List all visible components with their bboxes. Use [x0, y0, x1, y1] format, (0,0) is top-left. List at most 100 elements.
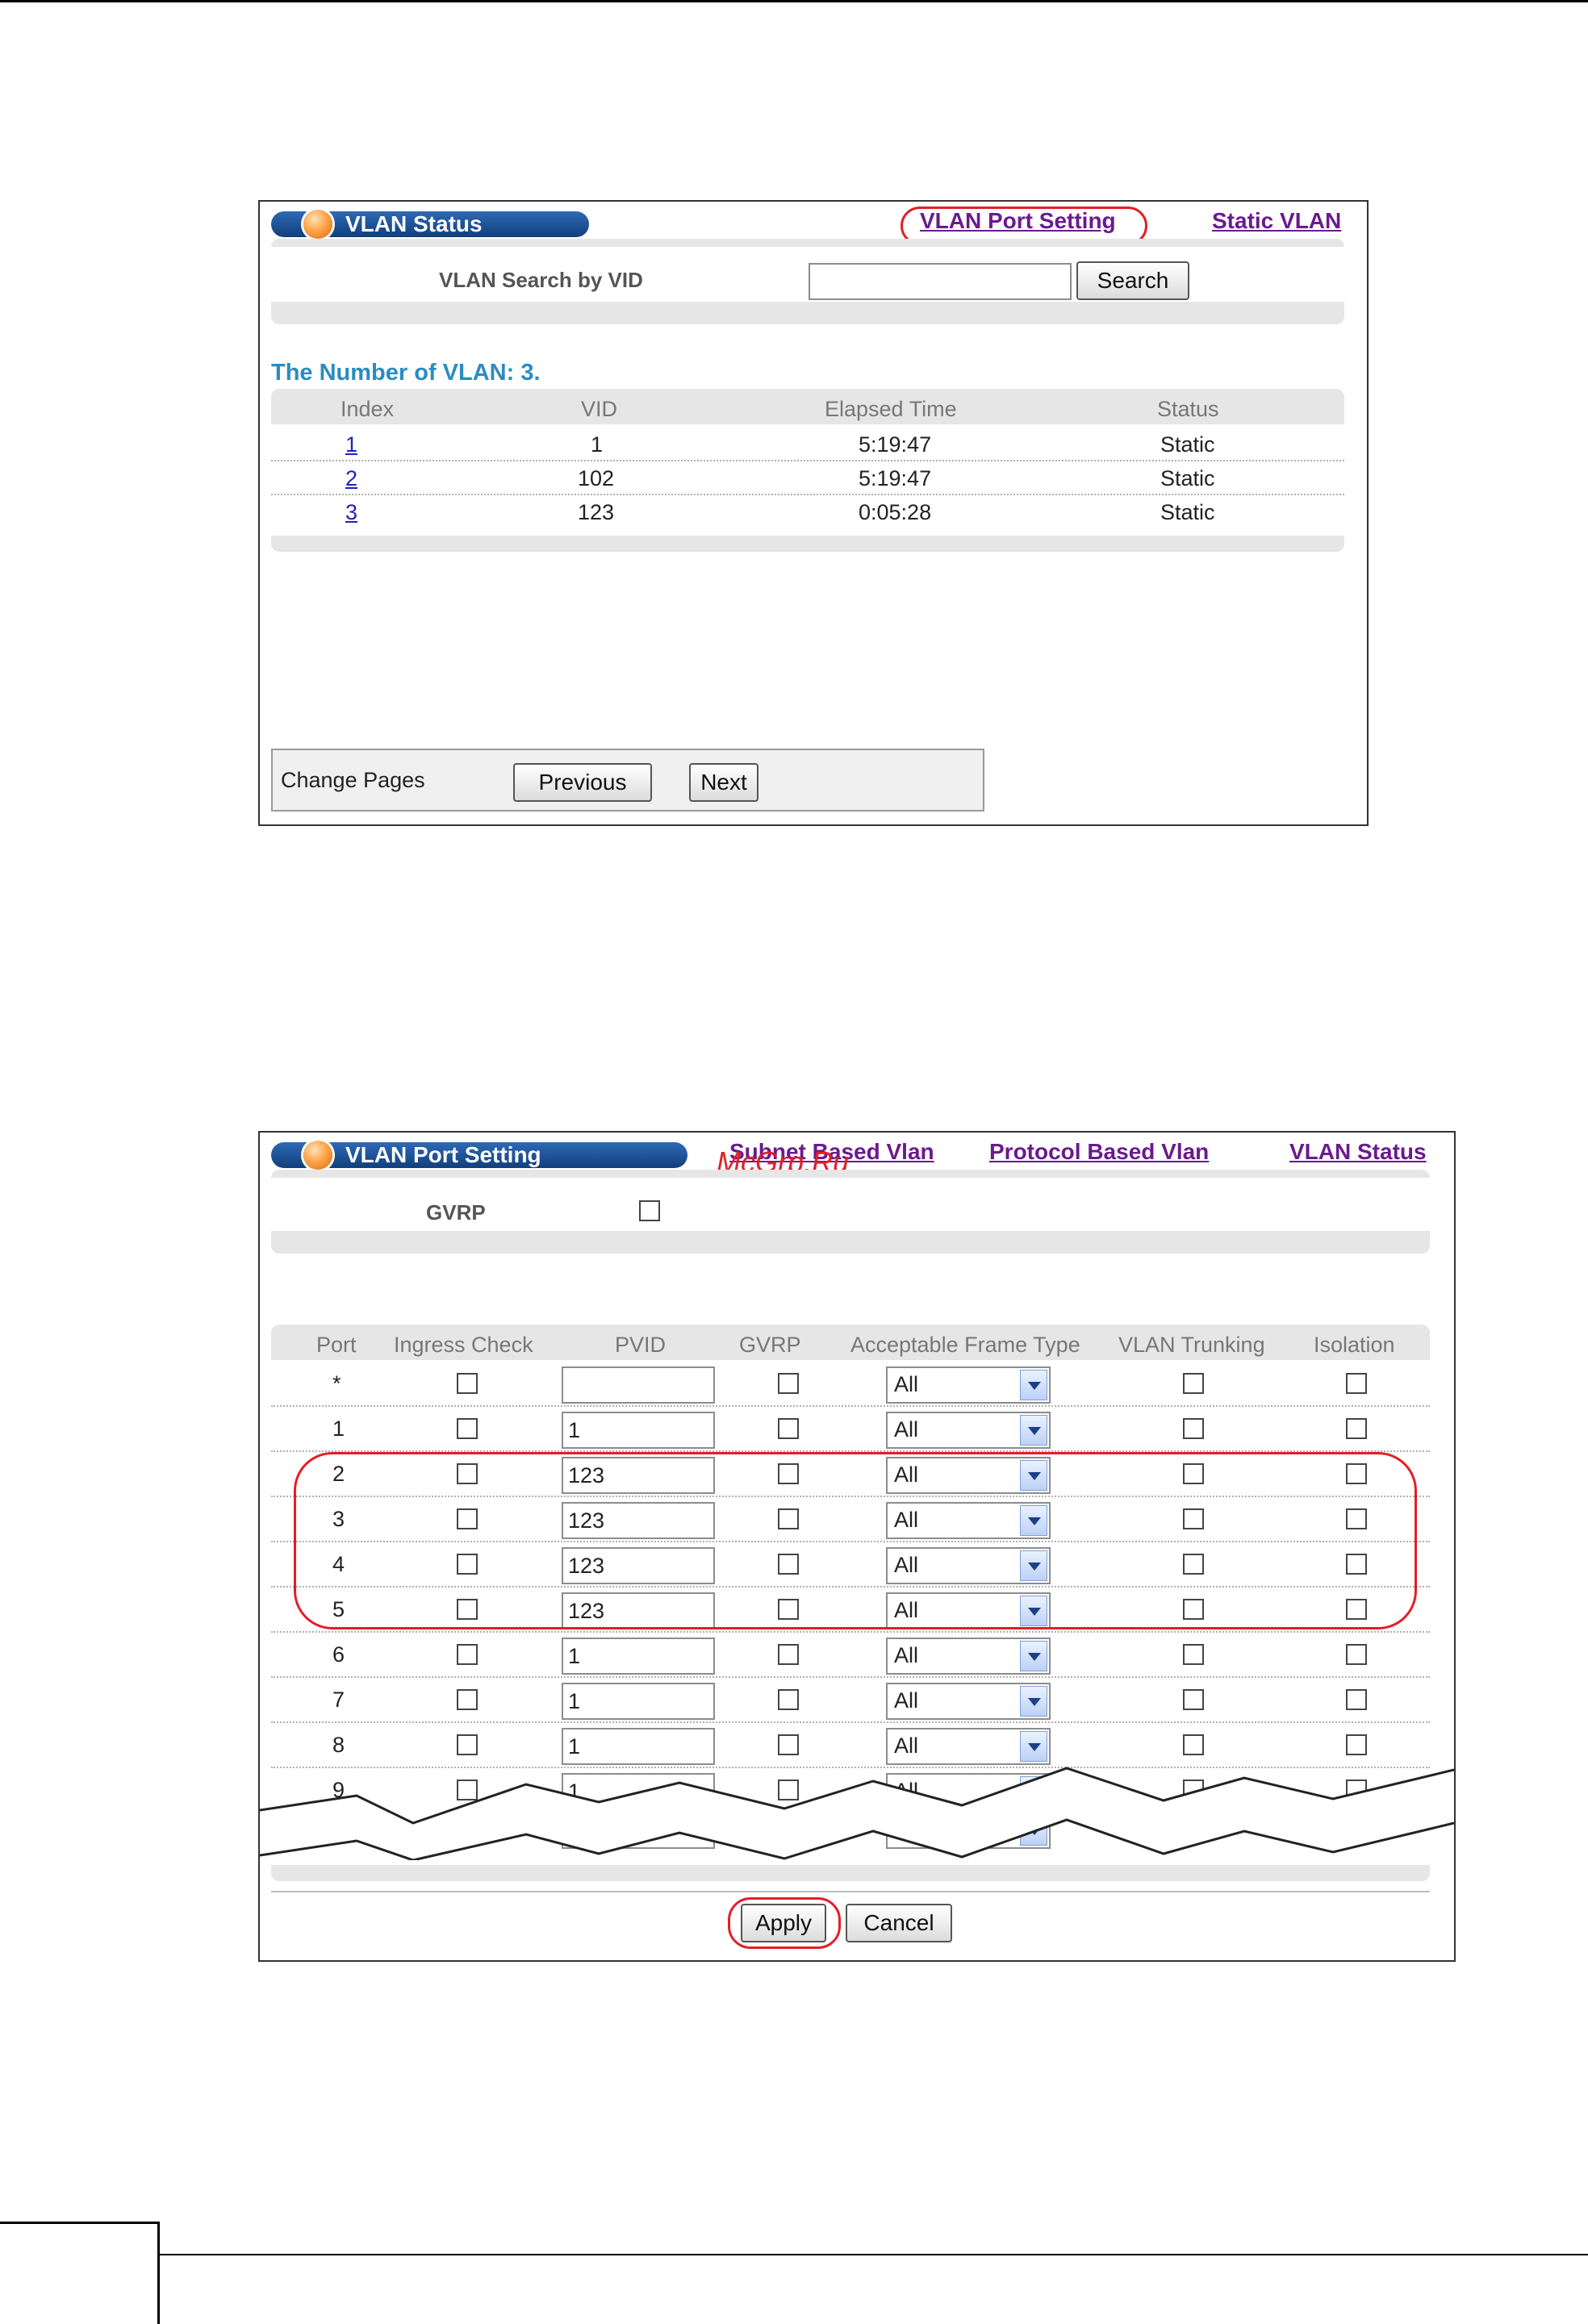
frame-type-select[interactable]: All — [886, 1638, 1051, 1675]
footer-page-tab — [0, 2222, 160, 2324]
chevron-down-icon[interactable] — [1020, 1641, 1047, 1671]
row-divider — [271, 494, 1344, 495]
page-break-tear — [260, 1767, 1454, 1860]
vlan-count: The Number of VLAN: 3. — [271, 360, 541, 386]
vid-search-input[interactable] — [809, 263, 1072, 300]
chevron-down-icon[interactable] — [1020, 1686, 1047, 1717]
gvrp-checkbox[interactable] — [778, 1734, 799, 1755]
previous-button[interactable]: Previous — [513, 763, 652, 802]
chevron-down-icon[interactable] — [1020, 1370, 1047, 1400]
isolation-checkbox[interactable] — [1346, 1734, 1367, 1755]
ingress-check-checkbox[interactable] — [457, 1689, 478, 1710]
pvid-input[interactable]: 1 — [562, 1412, 715, 1449]
vlan-index-link[interactable]: 2 — [345, 466, 357, 491]
pvid-input[interactable] — [562, 1366, 715, 1404]
isolation-checkbox[interactable] — [1346, 1689, 1367, 1710]
port-setting-title: VLAN Port Setting — [345, 1142, 541, 1167]
vlan-trunking-checkbox[interactable] — [1183, 1373, 1204, 1394]
pvid-input[interactable]: 1 — [562, 1638, 715, 1675]
port-number: 1 — [332, 1417, 345, 1441]
vlan-trunking-checkbox[interactable] — [1183, 1644, 1204, 1665]
col-header-vlan-trunking: VLAN Trunking — [1118, 1333, 1265, 1357]
vlan-status-panel: VLAN Status VLAN Port Setting Static VLA… — [258, 200, 1369, 826]
ingress-check-checkbox[interactable] — [457, 1373, 478, 1394]
col-header-pvid: PVID — [615, 1333, 667, 1357]
ingress-check-checkbox[interactable] — [457, 1734, 478, 1755]
port-setting-title-bar: VLAN Port Setting — [271, 1141, 687, 1170]
search-button[interactable]: Search — [1076, 261, 1189, 300]
vlan-status-title: VLAN Status — [345, 211, 483, 236]
search-label: VLAN Search by VID — [439, 268, 643, 292]
next-button[interactable]: Next — [689, 763, 758, 802]
pvid-value: 1 — [568, 1418, 581, 1442]
port-number: 8 — [332, 1733, 345, 1757]
static-vlan-link[interactable]: Static VLAN — [1212, 208, 1341, 234]
orb-icon — [303, 1141, 332, 1170]
gvrp-global-checkbox[interactable] — [639, 1200, 660, 1221]
chevron-down-icon[interactable] — [1020, 1415, 1047, 1446]
frame-type-select[interactable]: All — [886, 1366, 1051, 1404]
port-number: 7 — [332, 1688, 345, 1712]
frame-type-select[interactable]: All — [886, 1683, 1051, 1720]
pvid-value: 1 — [568, 1644, 581, 1668]
col-header-port: Port — [316, 1333, 357, 1357]
vlan-elapsed-time: 5:19:47 — [859, 432, 932, 457]
ingress-check-checkbox[interactable] — [457, 1644, 478, 1665]
gvrp-checkbox[interactable] — [778, 1373, 799, 1394]
frame-type-select[interactable]: All — [886, 1728, 1051, 1765]
vlan-port-setting-panel: VLAN Port Setting Subnet Based Vlan Prot… — [258, 1131, 1456, 1962]
vlan-status-value: Static — [1160, 500, 1215, 524]
page-top-rule — [0, 0, 1588, 2]
vlan-index-link[interactable]: 3 — [345, 500, 357, 525]
pvid-input[interactable]: 1 — [562, 1728, 715, 1765]
col-header-index: Index — [341, 397, 395, 421]
vlan-vid: 102 — [578, 466, 615, 490]
vlan-status-value: Static — [1160, 466, 1215, 490]
pvid-value: 1 — [568, 1689, 581, 1713]
vlan-trunking-checkbox[interactable] — [1183, 1418, 1204, 1439]
frame-type-value: All — [894, 1643, 919, 1667]
port-number: 6 — [332, 1642, 345, 1667]
vlan-elapsed-time: 0:05:28 — [859, 500, 932, 524]
port-row: 7 1 All — [260, 1678, 1454, 1723]
vlan-status-link[interactable]: VLAN Status — [1289, 1139, 1427, 1165]
vlan-trunking-checkbox[interactable] — [1183, 1734, 1204, 1755]
orb-icon — [303, 210, 332, 239]
ingress-check-checkbox[interactable] — [457, 1418, 478, 1439]
vlan-vid: 123 — [578, 500, 615, 524]
gvrp-checkbox[interactable] — [778, 1418, 799, 1439]
vlan-index-link[interactable]: 1 — [345, 432, 357, 457]
isolation-checkbox[interactable] — [1346, 1418, 1367, 1439]
vlan-trunking-checkbox[interactable] — [1183, 1689, 1204, 1710]
gvrp-checkbox[interactable] — [778, 1644, 799, 1665]
port-number: * — [332, 1371, 341, 1396]
col-header-gvrp: GVRP — [739, 1333, 801, 1357]
col-header-elapsed-time: Elapsed Time — [825, 397, 957, 421]
frame-type-value: All — [894, 1372, 919, 1396]
row-divider — [271, 460, 1344, 461]
port-row: 8 1 All — [260, 1723, 1454, 1768]
pvid-value: 1 — [568, 1734, 581, 1759]
port-row: * All — [260, 1362, 1454, 1407]
frame-type-select[interactable]: All — [886, 1412, 1051, 1449]
gvrp-label: GVRP — [426, 1200, 486, 1225]
chevron-down-icon[interactable] — [1020, 1731, 1047, 1762]
col-header-vid: VID — [581, 397, 618, 421]
vlan-elapsed-time: 5:19:47 — [859, 466, 932, 490]
col-header-isolation: Isolation — [1314, 1333, 1395, 1357]
col-header-status: Status — [1157, 397, 1219, 421]
isolation-checkbox[interactable] — [1346, 1644, 1367, 1665]
vlan-vid: 1 — [591, 432, 604, 457]
col-header-ingress-check: Ingress Check — [394, 1333, 533, 1357]
frame-type-value: All — [894, 1688, 919, 1713]
vlan-status-title-bar: VLAN Status — [271, 210, 589, 239]
change-pages-label: Change Pages — [281, 768, 425, 792]
cancel-button[interactable]: Cancel — [846, 1904, 952, 1942]
frame-type-value: All — [894, 1734, 919, 1758]
isolation-checkbox[interactable] — [1346, 1373, 1367, 1394]
frame-type-value: All — [894, 1417, 919, 1442]
gvrp-checkbox[interactable] — [778, 1689, 799, 1710]
protocol-based-vlan-link[interactable]: Protocol Based Vlan — [989, 1139, 1209, 1165]
pvid-input[interactable]: 1 — [562, 1683, 715, 1720]
port-row: 6 1 All — [260, 1633, 1454, 1678]
